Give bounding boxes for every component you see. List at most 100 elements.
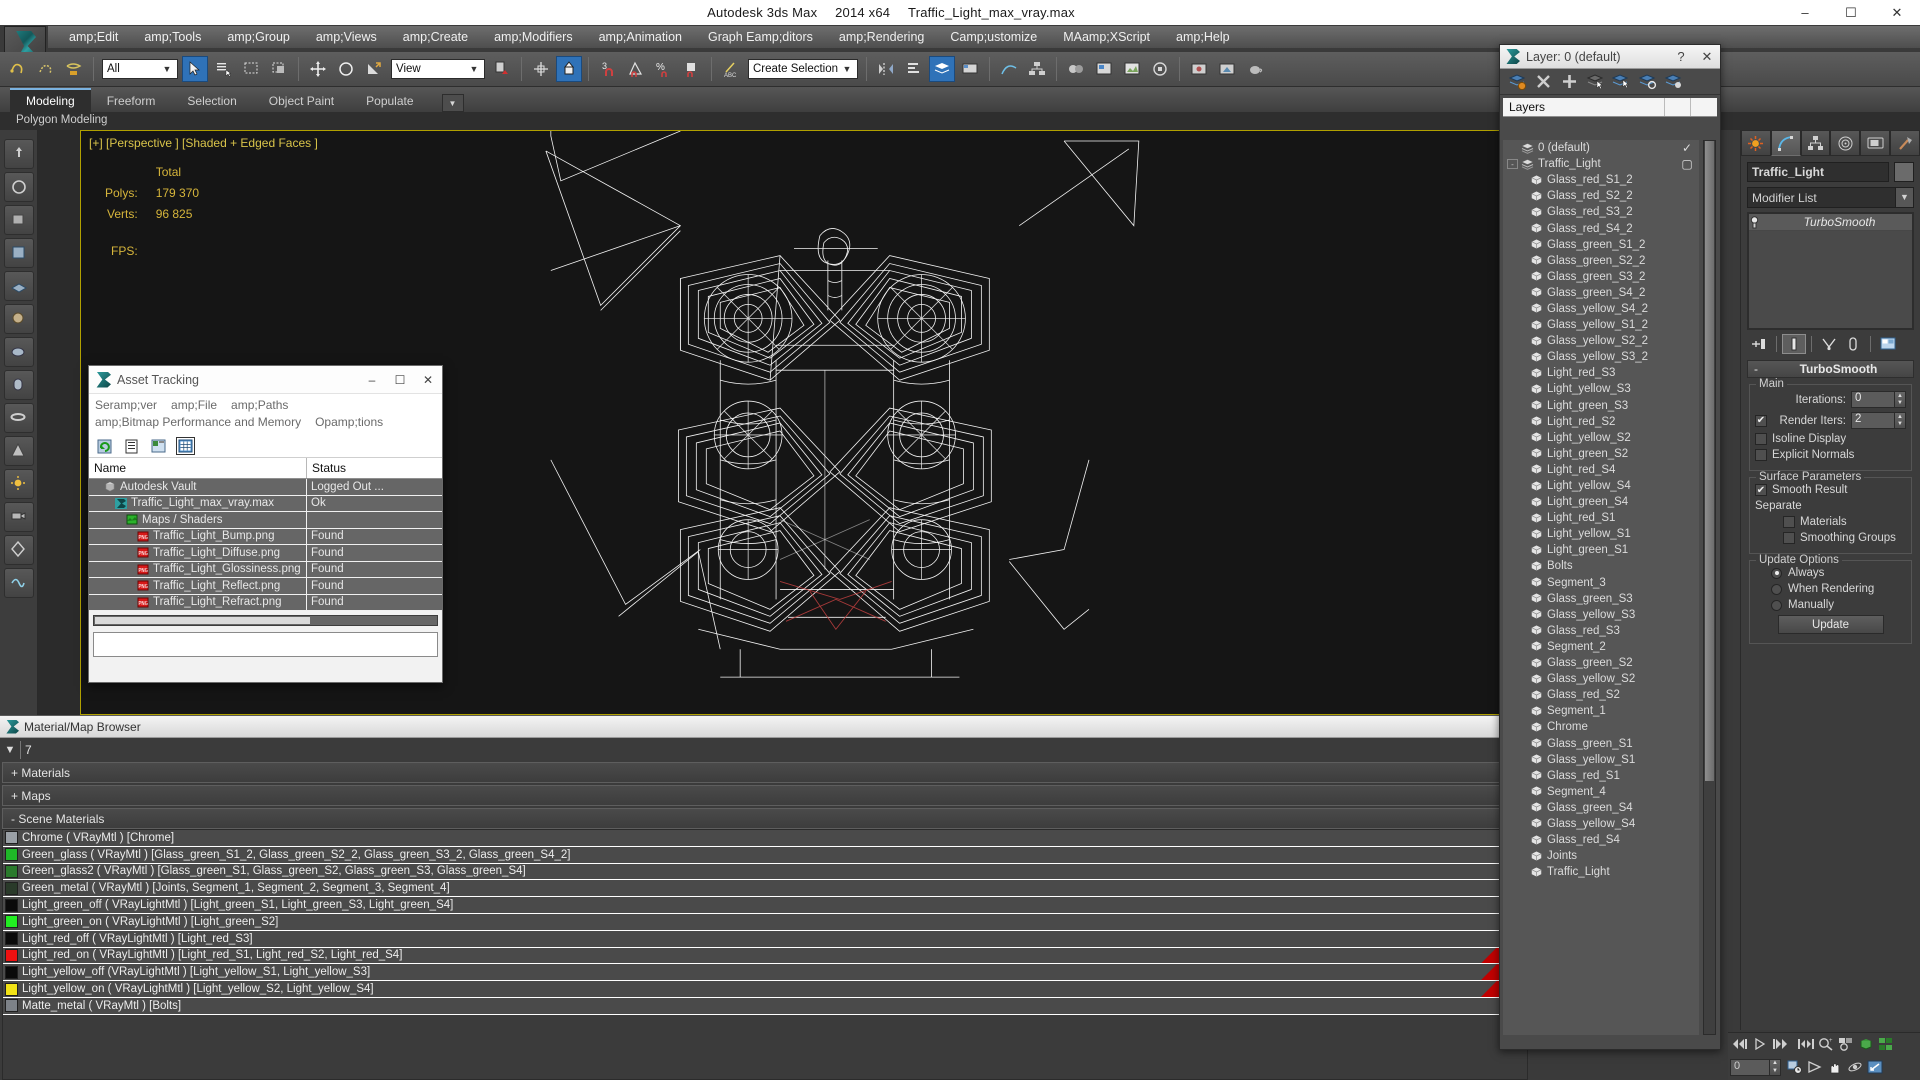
helper-tool-icon[interactable] (3, 535, 34, 565)
layer-help-button[interactable]: ? (1668, 49, 1694, 64)
camera-tool-icon[interactable] (3, 502, 34, 532)
layer-row[interactable]: Glass_red_S4_2 (1503, 220, 1699, 236)
material-row[interactable]: Matte_metal ( VRayMtl ) [Bolts] (3, 997, 1527, 1015)
update-button[interactable]: Update (1777, 615, 1884, 634)
expand-collapse-toggle[interactable]: - (1507, 159, 1518, 170)
menu-item-2[interactable]: amp;Group (214, 28, 303, 46)
asset-table-rows[interactable]: Autodesk Vault Logged Out ... Traffic_Ligh… (89, 479, 442, 611)
object-name-row[interactable]: Traffic_Light (1747, 162, 1914, 182)
layer-row[interactable]: Light_yellow_S3 (1503, 381, 1699, 397)
render-iterative-icon[interactable] (1186, 56, 1212, 82)
rotate-tool-icon[interactable] (3, 172, 34, 202)
layer-row[interactable]: Light_green_S3 (1503, 398, 1699, 414)
asset-col-name[interactable]: Name (89, 458, 307, 478)
layer-row[interactable]: Joints (1503, 848, 1699, 864)
material-row[interactable]: Green_metal ( VRayMtl ) [Joints, Segment… (3, 880, 1527, 898)
layer-col-hide[interactable] (1665, 98, 1691, 116)
select-by-name-icon[interactable] (210, 56, 236, 82)
maximize-button[interactable]: ☐ (1828, 0, 1874, 25)
render-production-icon[interactable] (1147, 56, 1173, 82)
remove-modifier-icon[interactable] (1841, 334, 1865, 354)
layer-row[interactable]: Glass_red_S1_2 (1503, 172, 1699, 188)
orbit-icon[interactable] (1845, 1058, 1865, 1077)
motion-tab[interactable] (1830, 130, 1861, 156)
command-panel-tabs[interactable] (1741, 130, 1920, 156)
current-frame-field[interactable]: 0 (1730, 1058, 1770, 1076)
create-tab[interactable] (1741, 130, 1771, 156)
radio-button[interactable] (1771, 583, 1782, 595)
layer-row[interactable]: Chrome (1503, 719, 1699, 735)
layer-row[interactable]: 0 (default) ✓ (1503, 140, 1699, 156)
add-selection-icon[interactable] (1556, 71, 1582, 93)
render-frame-icon[interactable] (1119, 56, 1145, 82)
layer-row[interactable]: Glass_green_S1 (1503, 735, 1699, 751)
param-value[interactable]: 2 (1851, 412, 1895, 429)
param-update[interactable]: Update (1755, 615, 1906, 634)
layer-row[interactable]: Glass_red_S2 (1503, 687, 1699, 703)
layer-row[interactable]: Glass_green_S3 (1503, 591, 1699, 607)
layer-row[interactable]: Glass_yellow_S3 (1503, 607, 1699, 623)
object-color-swatch[interactable] (1894, 162, 1914, 182)
param-smoothing-groups[interactable]: Smoothing Groups (1755, 532, 1906, 544)
frame-spinner[interactable]: ▲ ▼ (1770, 1058, 1781, 1076)
time-configuration-icon[interactable] (1785, 1058, 1805, 1077)
sphere-tool-icon[interactable] (3, 337, 34, 367)
layer-row[interactable]: Traffic_Light (1503, 864, 1699, 880)
group-scene-materials[interactable]: - Scene Materials (2, 808, 1528, 829)
cylinder-tool-icon[interactable] (3, 370, 34, 400)
menu-item-5[interactable]: amp;Modifiers (481, 28, 586, 46)
layer-row[interactable]: Light_yellow_S4 (1503, 478, 1699, 494)
list-view-icon[interactable] (122, 437, 141, 455)
layer-state-marker[interactable]: ▢ (1675, 157, 1699, 171)
layer-row[interactable]: Glass_yellow_S4_2 (1503, 301, 1699, 317)
object-name-field[interactable]: Traffic_Light (1747, 162, 1889, 182)
material-editor-icon[interactable] (1063, 56, 1089, 82)
radio-button[interactable] (1771, 599, 1782, 611)
ribbon-tab-modeling[interactable]: Modeling (10, 88, 91, 112)
param-iterations[interactable]: Iterations: 0 ▲ ▼ (1755, 391, 1906, 408)
asset-minimize-button[interactable]: – (358, 373, 386, 387)
param-separate[interactable]: Separate (1755, 500, 1906, 512)
utilities-tab[interactable] (1890, 130, 1920, 156)
layer-properties-icon[interactable] (1660, 71, 1686, 93)
layer-row[interactable]: Glass_green_S2_2 (1503, 253, 1699, 269)
param-manually[interactable]: Manually (1755, 599, 1906, 611)
checkbox[interactable]: ✔ (1755, 414, 1767, 427)
asset-close-button[interactable]: ✕ (414, 373, 442, 387)
ribbon-tab-object-paint[interactable]: Object Paint (253, 90, 350, 112)
curve-editor-icon[interactable] (996, 56, 1022, 82)
material-row[interactable]: Chrome ( VRayMtl ) [Chrome] (3, 830, 1527, 847)
param-when-rendering[interactable]: When Rendering (1755, 583, 1906, 595)
set-current-layer-icon[interactable] (1608, 71, 1634, 93)
layer-row[interactable]: Glass_yellow_S2 (1503, 671, 1699, 687)
asset-maximize-button[interactable]: ☐ (386, 373, 414, 387)
asset-tracking-dialog[interactable]: Asset Tracking – ☐ ✕ Seramp;ver amp;File a… (88, 365, 443, 683)
checkbox[interactable]: ✔ (1755, 484, 1767, 496)
layer-row[interactable]: Light_red_S4 (1503, 462, 1699, 478)
layer-row[interactable]: Segment_1 (1503, 703, 1699, 719)
play-animation-icon[interactable] (1750, 1035, 1770, 1054)
move-tool-icon[interactable] (3, 139, 34, 169)
material-row[interactable]: Light_red_off ( VRayLightMtl ) [Light_re… (3, 930, 1527, 948)
asset-row[interactable]: Traffic_Light_max_vray.max Ok (89, 495, 442, 512)
material-row[interactable]: Light_red_on ( VRayLightMtl ) [Light_red… (3, 947, 1527, 965)
show-end-result-icon[interactable] (1782, 334, 1806, 354)
layer-row[interactable]: Glass_red_S1 (1503, 768, 1699, 784)
grid-view-icon[interactable] (176, 437, 195, 455)
ribbon-options-button[interactable]: ▼ (441, 94, 464, 112)
menu-item-1[interactable]: amp;Tools (131, 28, 214, 46)
select-move-icon[interactable] (305, 56, 331, 82)
select-object-icon[interactable] (182, 56, 208, 82)
prev-key-icon[interactable] (1730, 1035, 1750, 1054)
light-tool-icon[interactable] (3, 469, 34, 499)
ribbon-tab-populate[interactable]: Populate (350, 90, 429, 112)
layer-row[interactable]: Glass_red_S2_2 (1503, 188, 1699, 204)
menu-item-6[interactable]: amp;Animation (586, 28, 695, 46)
modifier-stack[interactable]: TurboSmooth (1747, 212, 1914, 330)
asset-tracking-menu[interactable]: Seramp;ver amp;File amp;Paths amp;Bitmap P… (89, 394, 442, 435)
delete-layer-icon[interactable] (1530, 71, 1556, 93)
layer-row[interactable]: Glass_yellow_S2_2 (1503, 333, 1699, 349)
param-smooth-result[interactable]: ✔ Smooth Result (1755, 484, 1906, 496)
param-render-iters[interactable]: ✔ Render Iters: 2 ▲ ▼ (1755, 412, 1906, 429)
pan-view-icon[interactable] (1825, 1058, 1845, 1077)
